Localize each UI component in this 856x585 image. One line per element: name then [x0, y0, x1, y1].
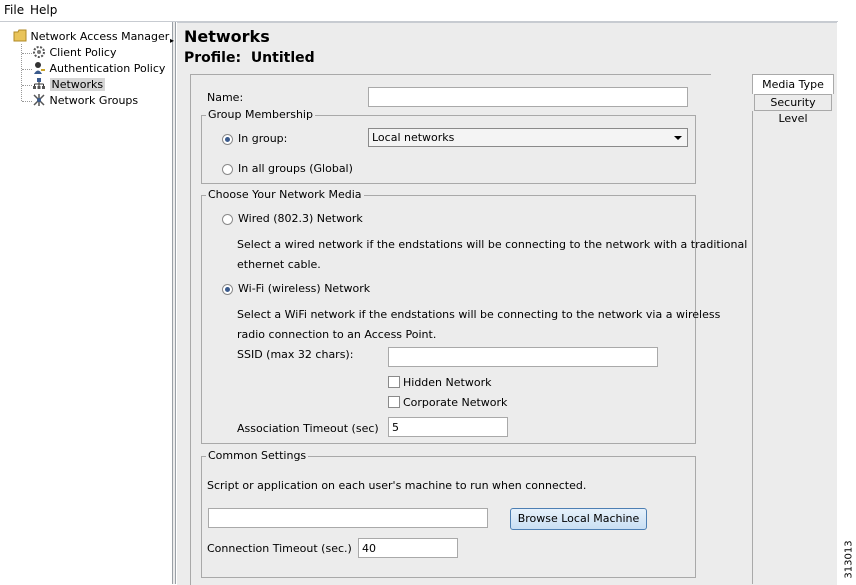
- group-membership-section: Group Membership In group: Local network…: [201, 108, 696, 184]
- profile-value: Untitled: [250, 50, 315, 66]
- tree-root-network-access-manager[interactable]: Network Access Manager: [13, 29, 169, 43]
- name-input[interactable]: [368, 87, 688, 107]
- all-groups-label: In all groups (Global): [238, 162, 353, 175]
- connection-timeout-input[interactable]: [358, 538, 458, 558]
- network-icon: [33, 78, 45, 89]
- tree-item-label: Networks: [49, 78, 106, 91]
- wifi-radio[interactable]: [222, 284, 233, 295]
- tree-item-label: Client Policy: [49, 46, 117, 59]
- wifi-description-line1: Select a WiFi network if the endstations…: [237, 308, 721, 321]
- name-label: Name:: [207, 91, 244, 104]
- hidden-network-checkbox[interactable]: [388, 376, 400, 388]
- side-tabs: Media Type Security Level: [752, 74, 836, 584]
- figure-id: 313013: [838, 540, 856, 584]
- profile-title: Profile: Untitled: [184, 50, 315, 66]
- association-timeout-label: Association Timeout (sec): [237, 422, 379, 435]
- wired-description-line2: ethernet cable.: [237, 258, 321, 271]
- wifi-label: Wi-Fi (wireless) Network: [238, 282, 371, 295]
- tree-connector: [22, 85, 32, 86]
- tree-item-authentication-policy[interactable]: Authentication Policy: [32, 61, 165, 75]
- tree-root-label: Network Access Manager: [30, 30, 170, 43]
- tab-media-type[interactable]: Media Type: [752, 74, 834, 94]
- network-media-section: Choose Your Network Media Wired (802.3) …: [201, 188, 747, 444]
- menu-file[interactable]: File: [4, 3, 24, 17]
- all-groups-radio[interactable]: [222, 164, 233, 175]
- group-select[interactable]: Local networks: [368, 128, 688, 147]
- profile-label: Profile:: [184, 50, 242, 66]
- browse-local-machine-button[interactable]: Browse Local Machine: [510, 508, 647, 530]
- ssid-input[interactable]: [388, 347, 658, 367]
- group-membership-legend: Group Membership: [206, 108, 315, 121]
- wired-description-line1: Select a wired network if the endstation…: [237, 238, 748, 251]
- hidden-network-label: Hidden Network: [403, 376, 492, 389]
- wifi-description-line2: radio connection to an Access Point.: [237, 328, 437, 341]
- figure-id-text: 313013: [843, 540, 855, 579]
- tab-security-level[interactable]: Security Level: [754, 94, 832, 125]
- tree-connector: [22, 101, 32, 102]
- page-title: Networks: [184, 27, 270, 46]
- group-select-value: Local networks: [372, 131, 455, 144]
- collapse-arrow-icon[interactable]: ▸: [170, 36, 174, 45]
- script-input[interactable]: [208, 508, 488, 528]
- wired-radio[interactable]: [222, 214, 233, 225]
- in-group-label: In group:: [238, 132, 288, 145]
- tree-connector: [22, 53, 32, 54]
- menu-bar: File Help: [0, 0, 856, 21]
- network-form: Name: Group Membership In group: Local n…: [190, 74, 747, 585]
- user-key-icon: [34, 62, 45, 74]
- navigation-tree: Network Access Manager Client Policy Aut…: [0, 22, 172, 584]
- tree-item-networks[interactable]: Networks: [32, 77, 106, 91]
- tree-item-network-groups[interactable]: Network Groups: [32, 93, 138, 107]
- corporate-network-label: Corporate Network: [403, 396, 508, 409]
- menu-help[interactable]: Help: [30, 3, 57, 17]
- tree-item-label: Network Groups: [49, 94, 139, 107]
- in-group-radio[interactable]: [222, 134, 233, 145]
- common-settings-section: Common Settings Script or application on…: [201, 449, 696, 578]
- side-tab-panel: [752, 111, 835, 584]
- gear-icon: [33, 46, 45, 58]
- network-groups-icon: [33, 94, 45, 106]
- pane-splitter[interactable]: ▸: [170, 22, 176, 584]
- corporate-network-checkbox[interactable]: [388, 396, 400, 408]
- tree-item-label: Authentication Policy: [49, 62, 166, 75]
- common-settings-legend: Common Settings: [206, 449, 309, 462]
- connection-timeout-label: Connection Timeout (sec.): [207, 542, 352, 555]
- chevron-down-icon: [674, 136, 682, 140]
- tree-item-client-policy[interactable]: Client Policy: [32, 45, 116, 59]
- folder-icon: [13, 29, 27, 42]
- script-label: Script or application on each user's mac…: [207, 479, 587, 492]
- tree-connector: [22, 69, 32, 70]
- ssid-label: SSID (max 32 chars):: [237, 348, 354, 361]
- association-timeout-input[interactable]: [388, 417, 508, 437]
- network-media-legend: Choose Your Network Media: [206, 188, 364, 201]
- wired-label: Wired (802.3) Network: [238, 212, 363, 225]
